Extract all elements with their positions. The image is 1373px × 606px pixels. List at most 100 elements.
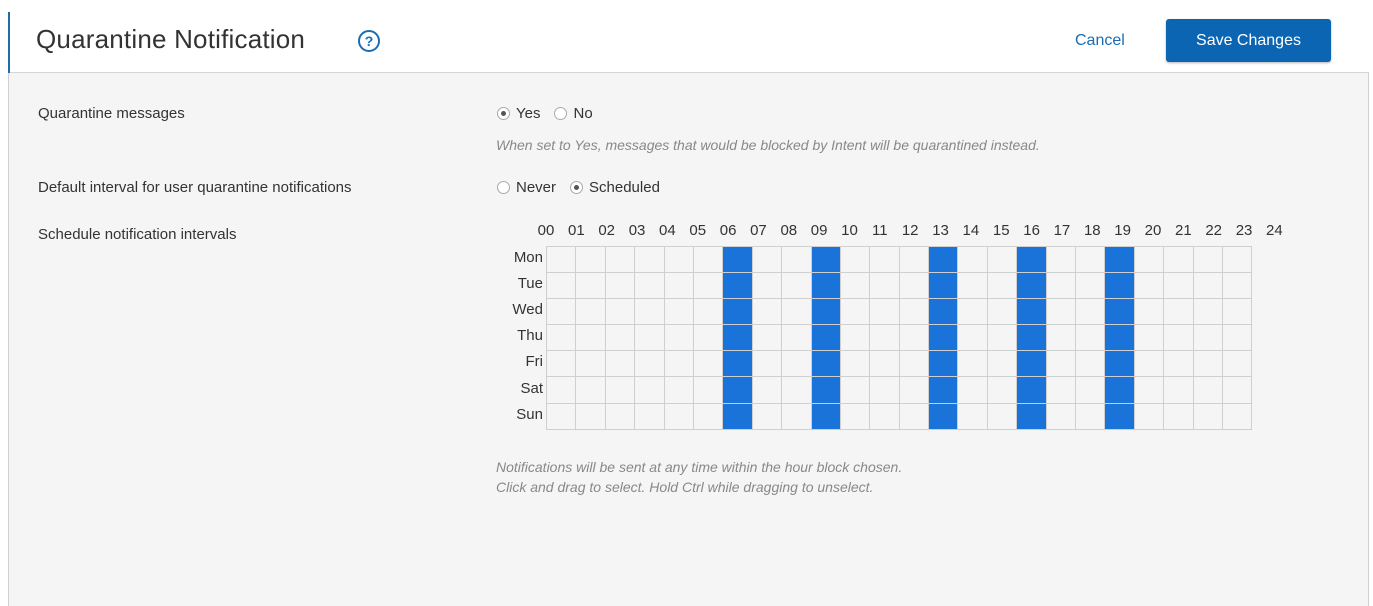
schedule-cell[interactable] <box>751 376 783 404</box>
schedule-cell[interactable] <box>663 298 694 326</box>
schedule-cell[interactable] <box>869 402 900 430</box>
schedule-cell[interactable] <box>663 324 694 352</box>
schedule-cell[interactable] <box>810 402 841 430</box>
schedule-cell[interactable] <box>634 350 665 378</box>
schedule-cell[interactable] <box>1104 245 1135 274</box>
schedule-cell[interactable] <box>722 376 753 404</box>
schedule-cell[interactable] <box>604 376 636 404</box>
schedule-cell[interactable] <box>928 324 959 352</box>
schedule-cell[interactable] <box>1221 298 1253 326</box>
schedule-cell[interactable] <box>781 350 812 378</box>
schedule-cell[interactable] <box>839 324 871 352</box>
schedule-cell[interactable] <box>1192 272 1223 300</box>
schedule-cell[interactable] <box>634 245 665 274</box>
schedule-cell[interactable] <box>692 245 724 274</box>
schedule-cell[interactable] <box>663 245 694 274</box>
schedule-cell[interactable] <box>1104 402 1135 430</box>
schedule-cell[interactable] <box>1133 402 1165 430</box>
schedule-cell[interactable] <box>1192 402 1223 430</box>
schedule-cell[interactable] <box>1163 402 1194 430</box>
cancel-link[interactable]: Cancel <box>1075 32 1125 50</box>
schedule-cell[interactable] <box>810 350 841 378</box>
schedule-cell[interactable] <box>957 245 988 274</box>
schedule-cell[interactable] <box>545 350 577 378</box>
schedule-cell[interactable] <box>1133 298 1165 326</box>
schedule-cell[interactable] <box>751 324 783 352</box>
schedule-cell[interactable] <box>810 376 841 404</box>
schedule-cell[interactable] <box>1104 298 1135 326</box>
schedule-cell[interactable] <box>1075 350 1106 378</box>
schedule-cell[interactable] <box>634 298 665 326</box>
schedule-cell[interactable] <box>722 298 753 326</box>
interval-scheduled-radio[interactable] <box>570 181 584 194</box>
schedule-cell[interactable] <box>957 402 988 430</box>
schedule-cell[interactable] <box>1045 324 1077 352</box>
schedule-cell[interactable] <box>634 324 665 352</box>
schedule-cell[interactable] <box>898 298 930 326</box>
schedule-cell[interactable] <box>869 324 900 352</box>
schedule-cell[interactable] <box>869 245 900 274</box>
schedule-cell[interactable] <box>604 350 636 378</box>
schedule-cell[interactable] <box>957 272 988 300</box>
schedule-cell[interactable] <box>692 402 724 430</box>
schedule-cell[interactable] <box>1016 245 1047 274</box>
schedule-cell[interactable] <box>1104 376 1135 404</box>
schedule-cell[interactable] <box>604 402 636 430</box>
schedule-cell[interactable] <box>1221 324 1253 352</box>
schedule-cell[interactable] <box>692 324 724 352</box>
schedule-cell[interactable] <box>810 324 841 352</box>
schedule-cell[interactable] <box>869 350 900 378</box>
schedule-cell[interactable] <box>545 272 577 300</box>
schedule-cell[interactable] <box>928 402 959 430</box>
schedule-cell[interactable] <box>1104 272 1135 300</box>
schedule-cell[interactable] <box>928 350 959 378</box>
schedule-cell[interactable] <box>1075 376 1106 404</box>
interval-never-radio[interactable] <box>497 181 510 194</box>
schedule-cell[interactable] <box>839 376 871 404</box>
schedule-cell[interactable] <box>575 298 606 326</box>
schedule-cell[interactable] <box>722 245 753 274</box>
schedule-cell[interactable] <box>1075 298 1106 326</box>
schedule-cell[interactable] <box>1163 376 1194 404</box>
schedule-cell[interactable] <box>898 245 930 274</box>
schedule-cell[interactable] <box>663 376 694 404</box>
schedule-cell[interactable] <box>1221 376 1253 404</box>
schedule-cell[interactable] <box>1221 272 1253 300</box>
schedule-cell[interactable] <box>751 402 783 430</box>
quarantine-no-label[interactable]: No <box>573 105 592 122</box>
schedule-cell[interactable] <box>1163 350 1194 378</box>
schedule-cell[interactable] <box>928 376 959 404</box>
schedule-cell[interactable] <box>692 272 724 300</box>
schedule-cell[interactable] <box>869 298 900 326</box>
schedule-cell[interactable] <box>1192 324 1223 352</box>
schedule-cell[interactable] <box>604 298 636 326</box>
schedule-cell[interactable] <box>781 402 812 430</box>
schedule-cell[interactable] <box>751 245 783 274</box>
schedule-cell[interactable] <box>751 298 783 326</box>
interval-never-label[interactable]: Never <box>516 179 556 196</box>
schedule-cell[interactable] <box>575 402 606 430</box>
schedule-cell[interactable] <box>986 324 1018 352</box>
schedule-cell[interactable] <box>839 245 871 274</box>
schedule-cell[interactable] <box>1075 324 1106 352</box>
schedule-cell[interactable] <box>575 376 606 404</box>
schedule-cell[interactable] <box>1045 402 1077 430</box>
schedule-cell[interactable] <box>957 376 988 404</box>
schedule-cell[interactable] <box>1221 245 1253 274</box>
schedule-cell[interactable] <box>781 324 812 352</box>
schedule-cell[interactable] <box>1045 350 1077 378</box>
schedule-cell[interactable] <box>1016 350 1047 378</box>
schedule-cell[interactable] <box>545 324 577 352</box>
schedule-cell[interactable] <box>898 402 930 430</box>
schedule-cell[interactable] <box>928 272 959 300</box>
schedule-cell[interactable] <box>957 324 988 352</box>
schedule-cell[interactable] <box>781 272 812 300</box>
schedule-cell[interactable] <box>839 402 871 430</box>
schedule-cell[interactable] <box>869 272 900 300</box>
schedule-cell[interactable] <box>692 376 724 404</box>
schedule-cell[interactable] <box>839 298 871 326</box>
schedule-cell[interactable] <box>575 350 606 378</box>
schedule-cell[interactable] <box>986 376 1018 404</box>
schedule-cell[interactable] <box>1104 324 1135 352</box>
schedule-cell[interactable] <box>986 245 1018 274</box>
